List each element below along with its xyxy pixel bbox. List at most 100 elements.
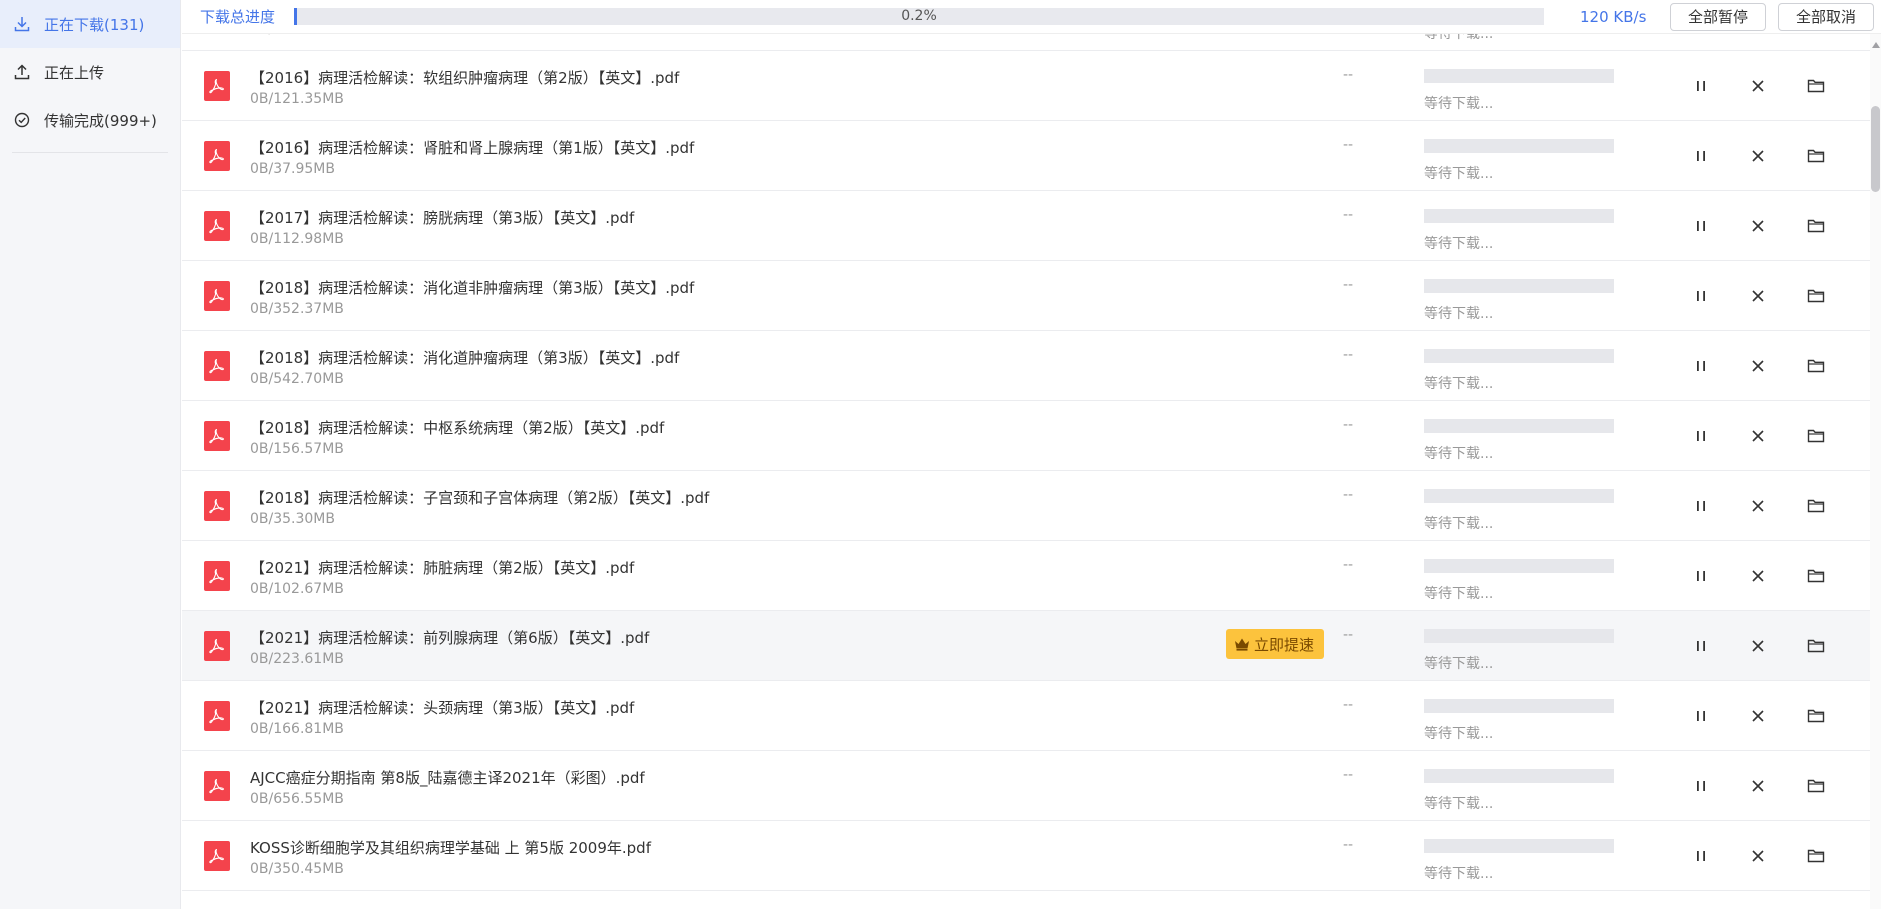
open-folder-button[interactable] — [1801, 71, 1831, 101]
cancel-all-button[interactable]: 全部取消 — [1778, 2, 1875, 31]
file-name: 【2017】病理活检解读：膀胱病理（第3版）【英文】.pdf — [250, 209, 635, 227]
open-folder-button[interactable] — [1801, 561, 1831, 591]
sidebar-item-completed[interactable]: 传输完成(999+) — [0, 96, 180, 144]
pause-button[interactable] — [1686, 841, 1716, 871]
cancel-button[interactable] — [1743, 281, 1773, 311]
pause-button[interactable] — [1686, 141, 1716, 171]
cancel-button[interactable] — [1743, 211, 1773, 241]
download-status: 等待下载... — [1424, 446, 1494, 462]
file-name: 【2018】病理活检解读：中枢系统病理（第2版）【英文】.pdf — [250, 419, 665, 437]
pause-button[interactable] — [1686, 281, 1716, 311]
download-speed: -- — [1343, 697, 1354, 713]
pause-button[interactable] — [1686, 701, 1716, 731]
cancel-button[interactable] — [1743, 631, 1773, 661]
download-row[interactable]: 【2018】病理活检解读：消化道非肿瘤病理（第3版）【英文】.pdf 0B/352… — [182, 261, 1870, 331]
file-name: 【2021】病理活检解读：肺脏病理（第2版）【英文】.pdf — [250, 559, 635, 577]
pause-icon — [1694, 849, 1708, 863]
download-row[interactable]: 【2016】病理活检解读：肾脏和肾上腺病理（第1版）【英文】.pdf 0B/37.… — [182, 121, 1870, 191]
file-name: 【2018】病理活检解读：消化道肿瘤病理（第3版）【英文】.pdf — [250, 349, 680, 367]
file-progress-bar — [1424, 699, 1614, 713]
download-row[interactable]: 【2021】病理活检解读：肺脏病理（第2版）【英文】.pdf 0B/102.67M… — [182, 541, 1870, 611]
download-row[interactable]: 【2018】病理活检解读：中枢系统病理（第2版）【英文】.pdf 0B/156.5… — [182, 401, 1870, 471]
check-circle-icon — [13, 112, 30, 129]
file-progress-bar — [1424, 839, 1614, 853]
folder-icon — [1807, 708, 1825, 724]
accelerate-button[interactable]: 立即提速 — [1226, 629, 1325, 659]
cancel-button[interactable] — [1743, 421, 1773, 451]
cancel-button[interactable] — [1743, 71, 1773, 101]
download-speed: -- — [1343, 347, 1354, 363]
folder-icon — [1807, 288, 1825, 304]
cancel-button[interactable] — [1743, 141, 1773, 171]
pause-all-button[interactable]: 全部暂停 — [1670, 2, 1767, 31]
open-folder-button[interactable] — [1801, 211, 1831, 241]
pdf-file-icon — [204, 701, 230, 731]
pause-icon — [1694, 709, 1708, 723]
folder-icon — [1807, 568, 1825, 584]
pause-icon — [1694, 569, 1708, 583]
open-folder-button[interactable] — [1801, 841, 1831, 871]
pause-button[interactable] — [1686, 211, 1716, 241]
cancel-button[interactable] — [1743, 491, 1773, 521]
sidebar-item-downloading[interactable]: 正在下载(131) — [0, 0, 180, 48]
pause-button[interactable] — [1686, 491, 1716, 521]
open-folder-button[interactable] — [1801, 421, 1831, 451]
pause-button[interactable] — [1686, 561, 1716, 591]
download-speed: -- — [1343, 137, 1354, 153]
download-row[interactable]: KOSS诊断细胞学及其组织病理学基础 上 第5版 2009年.pdf 0B/350… — [182, 821, 1870, 891]
folder-icon — [1807, 218, 1825, 234]
file-progress-bar — [1424, 419, 1614, 433]
file-size: 0B/37.95MB — [250, 161, 335, 177]
download-speed: -- — [1343, 417, 1354, 433]
pause-button[interactable] — [1686, 351, 1716, 381]
open-folder-button[interactable] — [1801, 141, 1831, 171]
file-size: 0B/121.35MB — [250, 91, 344, 107]
download-speed: -- — [1343, 767, 1354, 783]
pdf-file-icon — [204, 211, 230, 241]
open-folder-button[interactable] — [1801, 701, 1831, 731]
close-icon — [1751, 779, 1765, 793]
open-folder-button[interactable] — [1801, 351, 1831, 381]
cancel-button[interactable] — [1743, 561, 1773, 591]
download-row[interactable]: 【2017】病理活检解读：膀胱病理（第3版）【英文】.pdf 0B/112.98M… — [182, 191, 1870, 261]
file-progress-bar — [1424, 769, 1614, 783]
open-folder-button[interactable] — [1801, 281, 1831, 311]
download-row[interactable]: 【2016】病理活检解读：软组织肿瘤病理（第2版）【英文】.pdf 0B/121.… — [182, 51, 1870, 121]
file-progress-bar — [1424, 629, 1614, 643]
pause-button[interactable] — [1686, 71, 1716, 101]
pause-button[interactable] — [1686, 421, 1716, 451]
pause-icon — [1694, 79, 1708, 93]
download-row[interactable]: 【2018】病理活检解读：消化道肿瘤病理（第3版）【英文】.pdf 0B/542.… — [182, 331, 1870, 401]
download-row[interactable]: 【2018】病理活检解读：子宫颈和子宫体病理（第2版）【英文】.pdf 0B/35… — [182, 471, 1870, 541]
pause-button[interactable] — [1686, 631, 1716, 661]
sidebar-item-uploading[interactable]: 正在上传 — [0, 48, 180, 96]
pause-icon — [1694, 219, 1708, 233]
cancel-button[interactable] — [1743, 841, 1773, 871]
close-icon — [1751, 79, 1765, 93]
folder-icon — [1807, 78, 1825, 94]
scrollbar-thumb[interactable] — [1871, 106, 1880, 192]
download-row[interactable]: 【2021】病理活检解读：前列腺病理（第6版）【英文】.pdf 0B/223.61… — [182, 611, 1870, 681]
pause-button[interactable] — [1686, 771, 1716, 801]
pause-icon — [1694, 149, 1708, 163]
file-size: 0B/35.30MB — [250, 511, 335, 527]
file-progress-bar — [1424, 279, 1614, 293]
cancel-button[interactable] — [1743, 351, 1773, 381]
pause-icon — [1694, 429, 1708, 443]
scrollbar[interactable] — [1870, 34, 1881, 909]
file-name: 【2016】病理活检解读：肾脏和肾上腺病理（第1版）【英文】.pdf — [250, 139, 695, 157]
file-name: KOSS诊断细胞学及其组织病理学基础 上 第5版 2009年.pdf — [250, 839, 651, 857]
open-folder-button[interactable] — [1801, 771, 1831, 801]
scroll-up-arrow-icon[interactable] — [1871, 40, 1880, 49]
file-size: 0B/102.67MB — [250, 581, 344, 597]
total-progress-label: 下载总进度 — [200, 8, 276, 26]
cancel-button[interactable] — [1743, 701, 1773, 731]
cancel-button[interactable] — [1743, 771, 1773, 801]
download-row[interactable]: AJCC癌症分期指南 第8版_陆嘉德主译2021年（彩图）.pdf 0B/656.… — [182, 751, 1870, 821]
open-folder-button[interactable] — [1801, 631, 1831, 661]
file-size: 0B/542.70MB — [250, 371, 344, 387]
close-icon — [1751, 359, 1765, 373]
accelerate-label: 立即提速 — [1254, 635, 1315, 654]
open-folder-button[interactable] — [1801, 491, 1831, 521]
download-row[interactable]: 【2021】病理活检解读：头颈病理（第3版）【英文】.pdf 0B/166.81M… — [182, 681, 1870, 751]
